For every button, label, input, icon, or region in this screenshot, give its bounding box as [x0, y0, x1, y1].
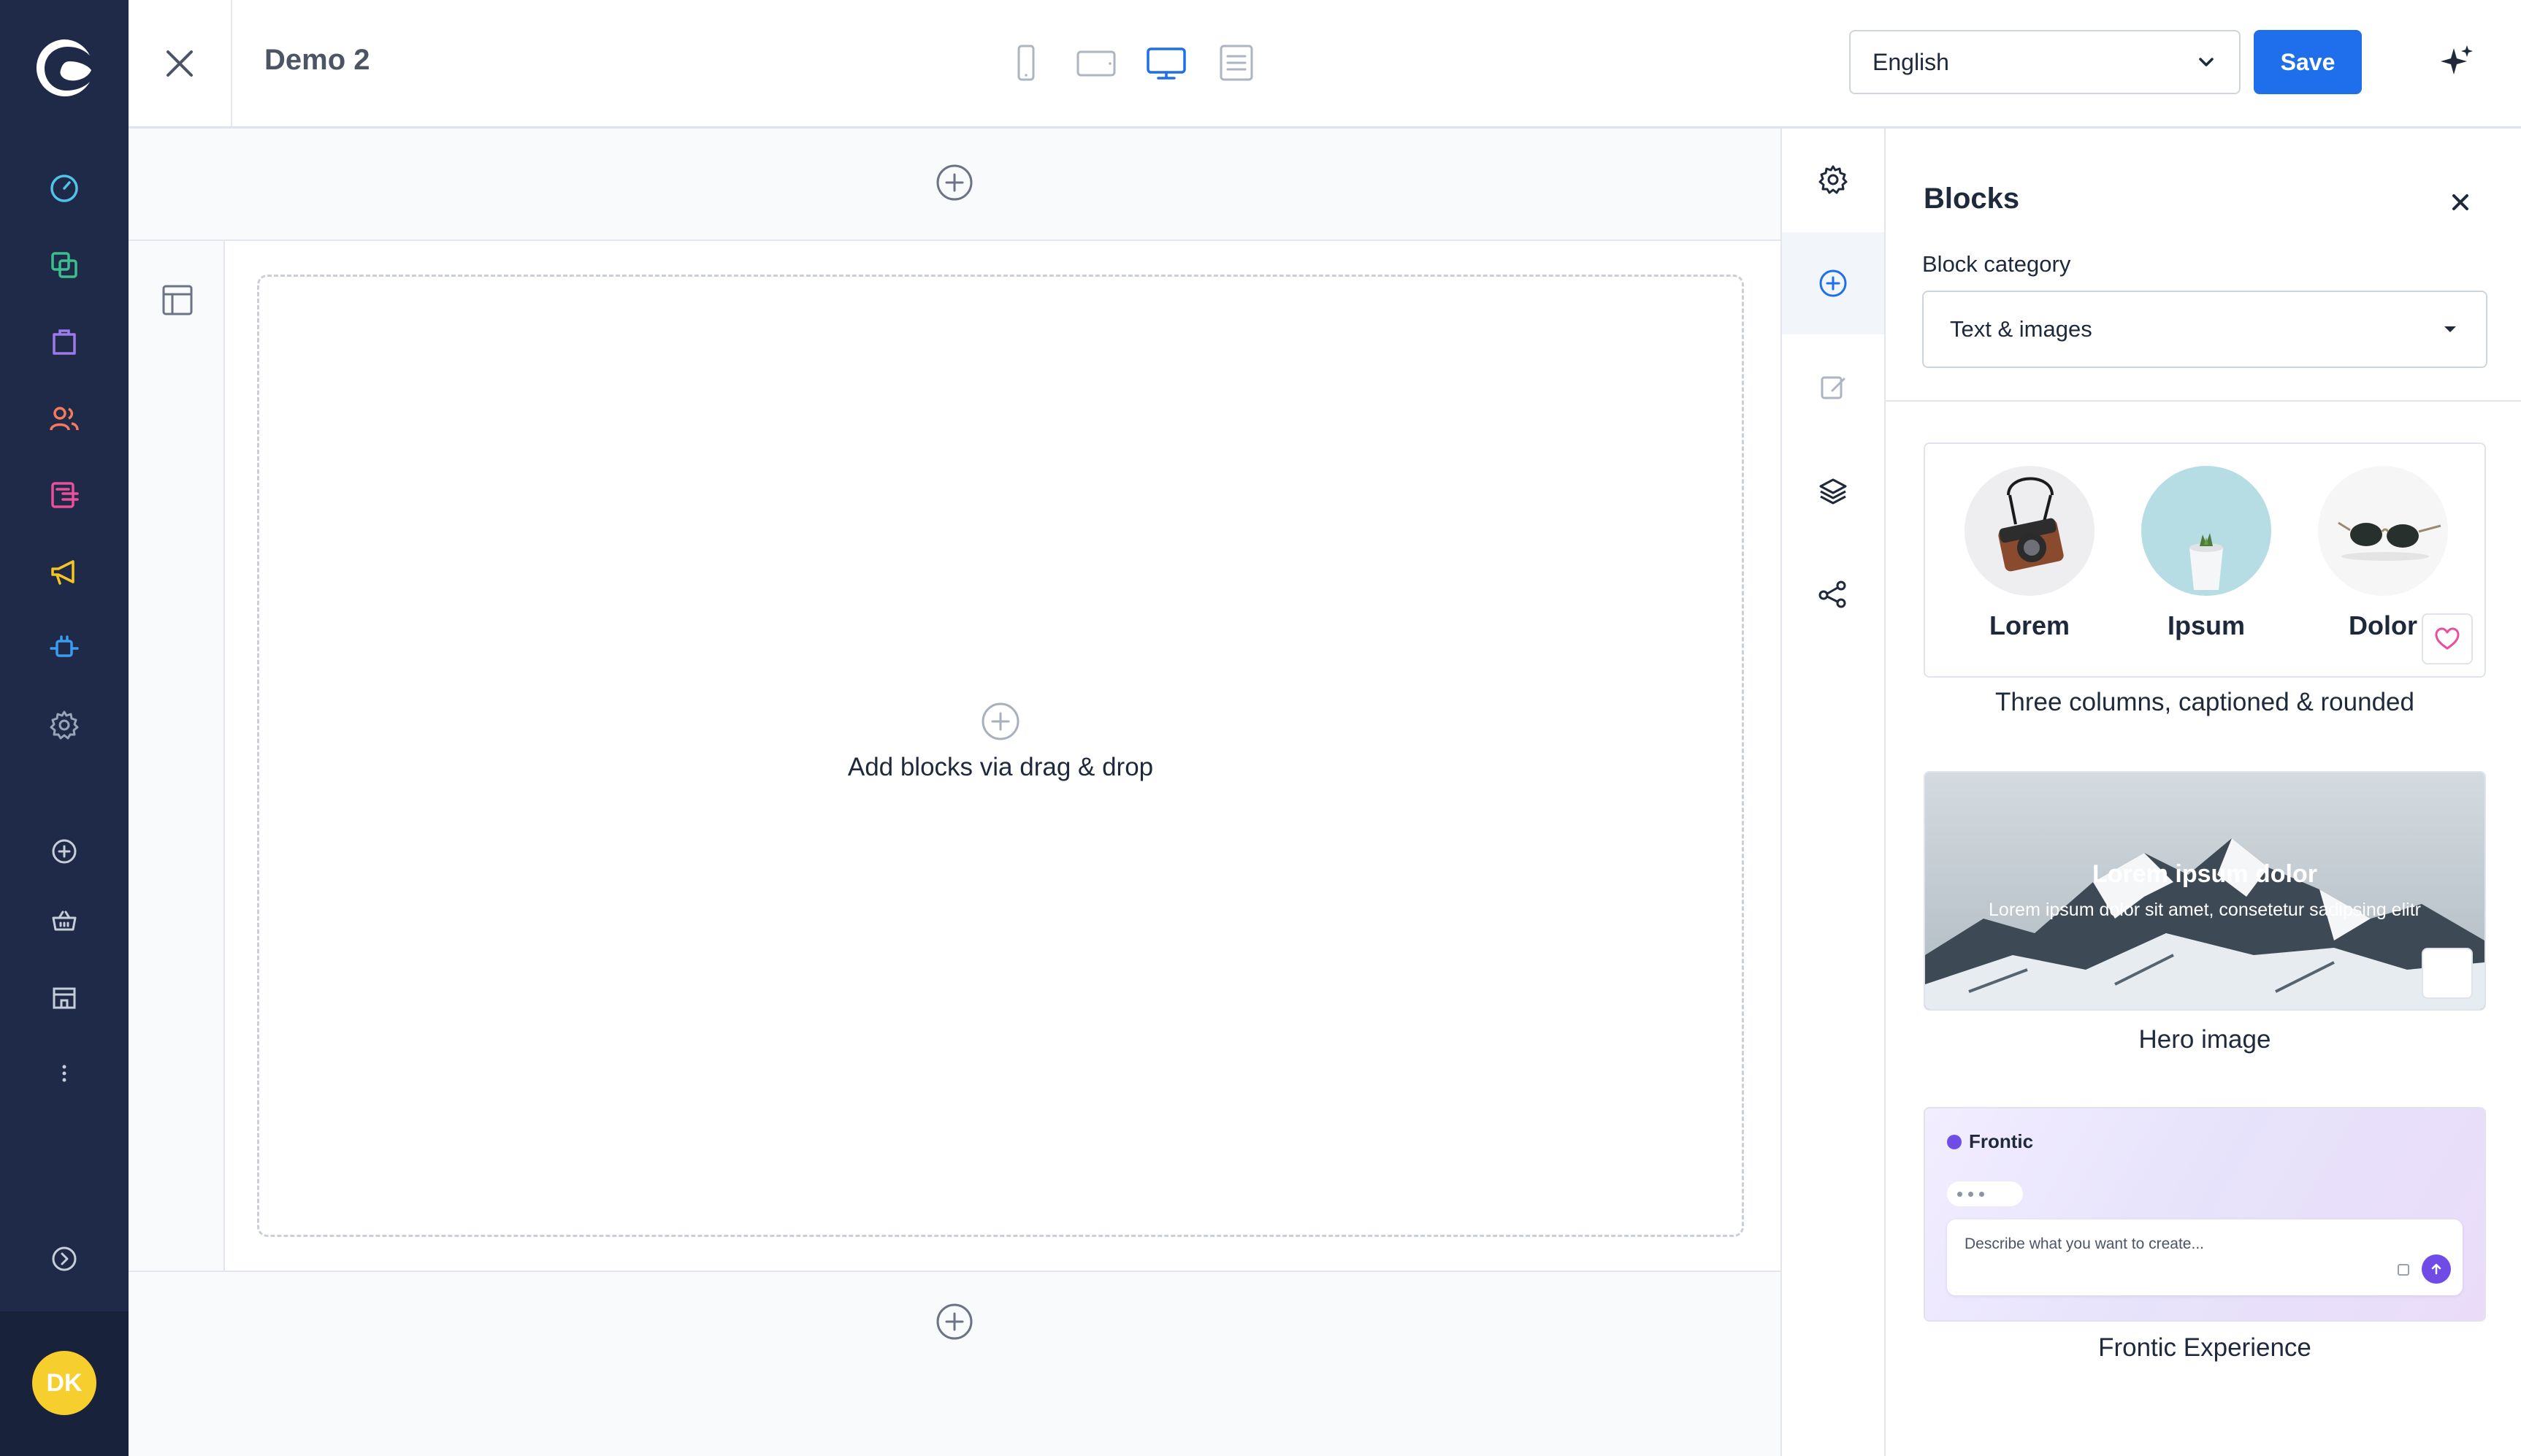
- tab-layers[interactable]: [1782, 440, 1884, 542]
- sidebar-tabs: [1780, 129, 1886, 1456]
- orders-icon[interactable]: [0, 307, 129, 377]
- block-caption: Three columns, captioned & rounded: [1995, 688, 2414, 716]
- section-settings-rail[interactable]: [129, 241, 225, 1271]
- attach-icon: [2398, 1264, 2409, 1276]
- main-navigation: DK: [0, 0, 129, 1456]
- add-circle-icon: [1819, 269, 1847, 297]
- close-icon: [167, 50, 193, 77]
- chevron-down-icon: [2199, 58, 2214, 66]
- dropzone-text: Add blocks via drag & drop: [847, 753, 1154, 781]
- save-button[interactable]: Save: [2254, 30, 2362, 94]
- settings-icon[interactable]: [0, 690, 129, 760]
- catalogues-icon[interactable]: [0, 230, 129, 300]
- camera-image: [1965, 466, 2095, 596]
- page-section: Add blocks via drag & drop: [129, 240, 1780, 1272]
- hero-title: Lorem ipsum dolor: [2092, 860, 2317, 888]
- column-preview: Lorem: [1965, 466, 2095, 641]
- add-icon[interactable]: [0, 816, 129, 886]
- language-select[interactable]: English: [1849, 30, 2241, 94]
- tab-add-blocks[interactable]: [1782, 232, 1884, 334]
- mobile-icon: [1017, 45, 1035, 81]
- language-select-value: English: [1872, 48, 1949, 75]
- form-viewport-button[interactable]: [1215, 38, 1258, 88]
- customers-icon[interactable]: [0, 383, 129, 453]
- storefront-icon[interactable]: [0, 962, 129, 1032]
- form-icon: [1220, 45, 1253, 81]
- add-section-top-button[interactable]: [129, 156, 1780, 209]
- add-block-icon: [982, 702, 1020, 740]
- add-section-bottom-button[interactable]: [129, 1295, 1780, 1348]
- sunglasses-image: [2318, 466, 2448, 596]
- frontic-logo-icon: [1947, 1134, 1962, 1149]
- viewport-switcher: [1005, 38, 1258, 88]
- edit-icon: [1821, 376, 1845, 399]
- tab-edit[interactable]: [1782, 336, 1884, 438]
- dashboard-icon[interactable]: [0, 153, 129, 223]
- close-editor-button[interactable]: [129, 0, 232, 126]
- heart-icon: [2435, 627, 2460, 650]
- editor-canvas: Add blocks via drag & drop: [129, 129, 1780, 1456]
- shopware-logo-icon[interactable]: [33, 37, 96, 99]
- heart-icon: [2423, 949, 2486, 1011]
- extensions-icon[interactable]: [0, 613, 129, 683]
- favorite-button[interactable]: [2422, 948, 2473, 999]
- hero-image: Lorem ipsum dolor Lorem ipsum dolor sit …: [1925, 773, 2484, 1009]
- add-circle-icon: [936, 1303, 973, 1340]
- content-icon[interactable]: [0, 460, 129, 530]
- desktop-icon: [1147, 47, 1186, 80]
- blocks-panel: Blocks Block category Text & images Lore…: [1886, 129, 2521, 1456]
- close-icon: [2452, 194, 2468, 210]
- share-icon: [1818, 581, 1846, 608]
- frontic-brand: Frontic: [1969, 1130, 2034, 1152]
- page-title: Demo 2: [264, 44, 370, 76]
- block-category-label: Block category: [1922, 251, 2071, 277]
- sparkles-icon: [2441, 45, 2473, 74]
- gear-icon: [1818, 165, 1848, 194]
- layout-icon: [162, 285, 193, 315]
- ai-assistant-button[interactable]: [2435, 41, 2479, 85]
- block-caption: Frontic Experience: [2098, 1333, 2311, 1362]
- hero-subtitle: Lorem ipsum dolor sit amet, consetetur s…: [1989, 900, 2421, 920]
- block-category-value: Text & images: [1950, 316, 2092, 342]
- block-preview-frontic-experience[interactable]: Frontic Describe what you want to create…: [1924, 1107, 2486, 1322]
- tab-settings[interactable]: [1782, 129, 1884, 231]
- mobile-viewport-button[interactable]: [1005, 38, 1047, 88]
- marketing-icon[interactable]: [0, 537, 129, 607]
- desktop-viewport-button[interactable]: [1145, 38, 1187, 88]
- add-circle-icon: [936, 164, 973, 201]
- tablet-viewport-button[interactable]: [1075, 38, 1117, 88]
- user-area: DK: [0, 1311, 129, 1456]
- loading-dots: [1947, 1181, 2023, 1206]
- more-icon[interactable]: [0, 1038, 129, 1108]
- close-panel-button[interactable]: [2448, 190, 2473, 215]
- tab-share[interactable]: [1782, 543, 1884, 645]
- avatar[interactable]: DK: [32, 1351, 96, 1415]
- panel-title: Blocks: [1924, 183, 2020, 215]
- send-icon: [2422, 1254, 2451, 1284]
- block-preview-hero-image[interactable]: Lorem ipsum dolor Lorem ipsum dolor sit …: [1924, 771, 2486, 1011]
- block-dropzone[interactable]: Add blocks via drag & drop: [257, 275, 1744, 1237]
- frontic-logo: Frontic: [1947, 1130, 2033, 1153]
- column-label: Dolor: [2349, 610, 2417, 640]
- favorite-button[interactable]: [2422, 613, 2473, 664]
- block-category-select[interactable]: Text & images: [1922, 291, 2487, 368]
- frontic-prompt-placeholder: Describe what you want to create...: [1965, 1235, 2204, 1252]
- column-label: Lorem: [1989, 610, 2070, 640]
- frontic-preview: Frontic Describe what you want to create…: [1925, 1108, 2484, 1320]
- block-caption: Hero image: [2138, 1025, 2271, 1054]
- frontic-prompt-input: Describe what you want to create...: [1947, 1219, 2463, 1295]
- column-preview: Ipsum: [2141, 466, 2271, 641]
- panel-divider: [1886, 400, 2521, 402]
- chevron-down-icon: [2444, 326, 2456, 332]
- layers-icon: [1819, 478, 1847, 505]
- sales-channel-icon[interactable]: [0, 886, 129, 956]
- column-label: Ipsum: [2167, 610, 2245, 640]
- editor-toolbar: Demo 2 English Save: [129, 0, 2521, 129]
- expand-icon[interactable]: [0, 1224, 129, 1294]
- plant-image: [2141, 466, 2271, 596]
- tablet-icon: [1076, 50, 1116, 77]
- block-preview-three-columns[interactable]: Lorem Ipsum Dolor: [1924, 442, 2486, 678]
